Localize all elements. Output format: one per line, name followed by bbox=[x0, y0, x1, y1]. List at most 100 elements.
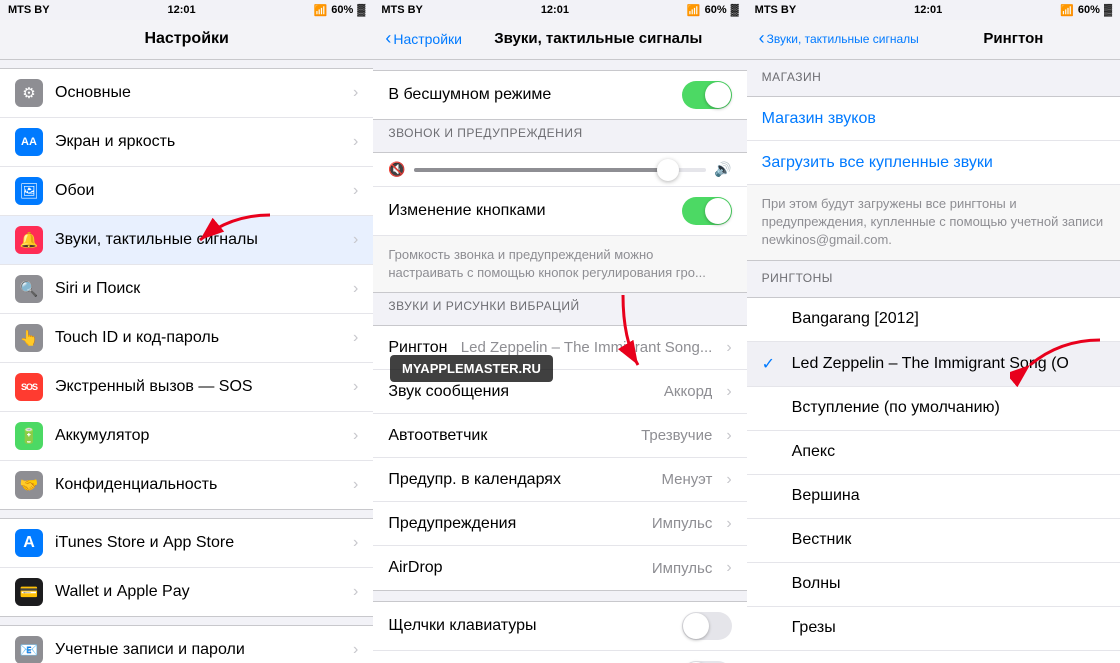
check-bangarang bbox=[762, 310, 782, 328]
settings-item-wallet[interactable]: 💳 Wallet и Apple Pay › bbox=[0, 568, 373, 616]
reminders-label: Предупреждения bbox=[388, 515, 652, 533]
chevron-icon: › bbox=[353, 427, 358, 445]
sms-sound-label: Звук сообщения bbox=[388, 383, 664, 401]
privacy-label: Конфиденциальность bbox=[55, 476, 345, 494]
airdrop-value: Импульс bbox=[652, 560, 712, 577]
panel-ringtone: MTS BY 12:01 📶 60% ▓ ‹ Звуки, тактильные… bbox=[747, 0, 1120, 663]
keyboard-toggle[interactable] bbox=[682, 612, 732, 640]
settings-group-1: ⚙ Основные › AA Экран и яркость › 🖼 Обои… bbox=[0, 68, 373, 510]
ringtone-vershina[interactable]: Вершина bbox=[747, 475, 1120, 519]
carrier-mid: MTS BY bbox=[381, 4, 423, 16]
volume-slider-thumb[interactable] bbox=[657, 159, 679, 181]
settings-item-osnovnye[interactable]: ⚙ Основные › bbox=[0, 69, 373, 118]
reminders-value: Импульс bbox=[652, 515, 712, 532]
chevron-icon: › bbox=[353, 476, 358, 494]
settings-item-accounts[interactable]: 📧 Учетные записи и пароли › bbox=[0, 626, 373, 663]
chevron-icon: › bbox=[726, 383, 731, 401]
change-by-buttons-label: Изменение кнопками bbox=[388, 202, 681, 220]
settings-item-siri[interactable]: 🔍 Siri и Поиск › bbox=[0, 265, 373, 314]
ringtone-vstuplenie[interactable]: Вступление (по умолчанию) bbox=[747, 387, 1120, 431]
battery-icon-left: ▓ bbox=[357, 4, 365, 16]
ringtones-section-label: РИНГТОНЫ bbox=[747, 265, 1120, 289]
calendar-label: Предупр. в календарях bbox=[388, 471, 661, 489]
nav-bar-right: ‹ Звуки, тактильные сигналы Рингтон bbox=[747, 20, 1120, 60]
keyboard-clicks-item[interactable]: Щелчки клавиатуры bbox=[373, 602, 746, 651]
ringtone-bangarang[interactable]: Bangarang [2012] bbox=[747, 298, 1120, 342]
download-link[interactable]: Загрузить все купленные звуки bbox=[762, 154, 993, 172]
ringtone-name-volny: Волны bbox=[792, 575, 841, 593]
ringtone-item[interactable]: Рингтон Led Zeppelin – The Immigrant Son… bbox=[373, 326, 746, 370]
touchid-icon: 👆 bbox=[15, 324, 43, 352]
ringtone-name-grezy: Грезы bbox=[792, 619, 836, 637]
accounts-icon: 📧 bbox=[15, 636, 43, 663]
ringtone-volny[interactable]: Волны bbox=[747, 563, 1120, 607]
settings-group-2: A iTunes Store и App Store › 💳 Wallet и … bbox=[0, 518, 373, 617]
status-icons-mid: 📶 60% ▓ bbox=[687, 4, 739, 17]
bluetooth-icon: 📶 bbox=[314, 4, 328, 17]
silent-item[interactable]: В бесшумном режиме bbox=[373, 71, 746, 119]
battery-icon: 🔋 bbox=[15, 422, 43, 450]
calendar-item[interactable]: Предупр. в календарях Менуэт › bbox=[373, 458, 746, 502]
ringtone-list: МАГАЗИН Магазин звуков Загрузить все куп… bbox=[747, 60, 1120, 663]
chevron-icon: › bbox=[353, 583, 358, 601]
ekran-label: Экран и яркость bbox=[55, 133, 345, 151]
settings-item-itunes[interactable]: A iTunes Store и App Store › bbox=[0, 519, 373, 568]
volume-row: 🔇 🔊 bbox=[373, 153, 746, 187]
nav-bar-mid: ‹ Настройки Звуки, тактильные сигналы bbox=[373, 20, 746, 60]
nav-back-mid[interactable]: ‹ Настройки bbox=[385, 28, 462, 49]
store-link[interactable]: Магазин звуков bbox=[762, 110, 876, 128]
ringtone-name-ledzep: Led Zeppelin – The Immigrant Song (O bbox=[792, 355, 1069, 373]
note-text: Громкость звонка и предупреждений можно … bbox=[388, 246, 731, 282]
ringtone-name-vstuplenie: Вступление (по умолчанию) bbox=[792, 399, 1000, 417]
ringtones-group: Bangarang [2012] ✓ Led Zeppelin – The Im… bbox=[747, 297, 1120, 663]
store-link-item[interactable]: Магазин звуков bbox=[747, 97, 1120, 141]
back-arrow-mid: ‹ bbox=[385, 28, 391, 49]
check-grezy bbox=[762, 619, 782, 637]
settings-item-ekran[interactable]: AA Экран и яркость › bbox=[0, 118, 373, 167]
voicemail-item[interactable]: Автоответчик Трезвучие › bbox=[373, 414, 746, 458]
ringtone-grezy[interactable]: Грезы bbox=[747, 607, 1120, 651]
change-by-buttons-item[interactable]: Изменение кнопками bbox=[373, 187, 746, 236]
time-right: 12:01 bbox=[914, 4, 942, 16]
zvuki-label: Звуки, тактильные сигналы bbox=[55, 231, 345, 249]
sms-sound-item[interactable]: Звук сообщения Аккорд › bbox=[373, 370, 746, 414]
settings-item-touchid[interactable]: 👆 Touch ID и код-пароль › bbox=[0, 314, 373, 363]
signal-mid: 60% bbox=[705, 4, 727, 16]
lock-sound-item[interactable]: Звук блокировки bbox=[373, 651, 746, 663]
wallet-icon: 💳 bbox=[15, 578, 43, 606]
settings-item-battery[interactable]: 🔋 Аккумулятор › bbox=[0, 412, 373, 461]
nav-back-right[interactable]: ‹ Звуки, тактильные сигналы bbox=[759, 28, 919, 49]
check-vestnik bbox=[762, 531, 782, 549]
oboi-label: Обои bbox=[55, 182, 345, 200]
battery-left: 60% bbox=[331, 4, 353, 16]
settings-item-privacy[interactable]: 🤝 Конфиденциальность › bbox=[0, 461, 373, 509]
ringtone-zyb[interactable]: Зыбь bbox=[747, 651, 1120, 663]
ringtone-apeks[interactable]: Апекс bbox=[747, 431, 1120, 475]
chevron-icon: › bbox=[353, 231, 358, 249]
back-arrow-right: ‹ bbox=[759, 28, 765, 49]
ringtone-ledzep[interactable]: ✓ Led Zeppelin – The Immigrant Song (O bbox=[747, 342, 1120, 387]
ringtone-name-vestnik: Вестник bbox=[792, 531, 852, 549]
settings-item-zvuki[interactable]: 🔔 Звуки, тактильные сигналы › bbox=[0, 216, 373, 265]
buttons-toggle[interactable] bbox=[682, 197, 732, 225]
battery-icon-right: ▓ bbox=[1104, 4, 1112, 16]
battery-icon-mid: ▓ bbox=[731, 4, 739, 16]
chevron-icon: › bbox=[726, 471, 731, 489]
settings-item-sos[interactable]: SOS Экстренный вызов — SOS › bbox=[0, 363, 373, 412]
sos-icon: SOS bbox=[15, 373, 43, 401]
status-bar-mid: MTS BY 12:01 📶 60% ▓ bbox=[373, 0, 746, 20]
chevron-icon: › bbox=[353, 534, 358, 552]
check-vstuplenie bbox=[762, 399, 782, 417]
panel-sounds: MTS BY 12:01 📶 60% ▓ ‹ Настройки Звуки, … bbox=[373, 0, 746, 663]
volume-slider-track[interactable] bbox=[414, 168, 706, 172]
ringtone-vestnik[interactable]: Вестник bbox=[747, 519, 1120, 563]
download-link-item[interactable]: Загрузить все купленные звуки bbox=[747, 141, 1120, 185]
silent-toggle[interactable] bbox=[682, 81, 732, 109]
touchid-label: Touch ID и код-пароль bbox=[55, 329, 345, 347]
settings-item-oboi[interactable]: 🖼 Обои › bbox=[0, 167, 373, 216]
reminders-item[interactable]: Предупреждения Импульс › bbox=[373, 502, 746, 546]
airdrop-item[interactable]: AirDrop Импульс › bbox=[373, 546, 746, 590]
volume-slider-fill bbox=[414, 168, 663, 172]
check-vershina bbox=[762, 487, 782, 505]
signal-right: 60% bbox=[1078, 4, 1100, 16]
